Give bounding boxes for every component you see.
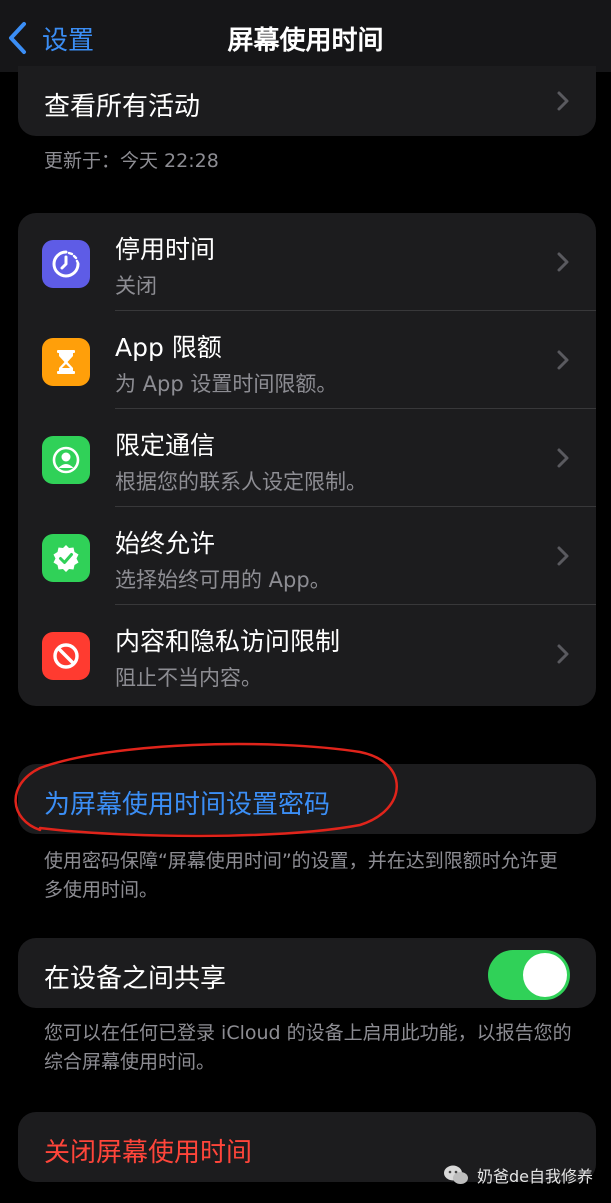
row-subtitle: 关闭: [115, 274, 157, 298]
turn-off-screen-time-label: 关闭屏幕使用时间: [44, 1138, 253, 1168]
wechat-icon: [443, 1165, 468, 1184]
row-subtitle: 为 App 设置时间限额。: [115, 372, 338, 396]
list-item-downtime[interactable]: 停用时间 关闭: [18, 213, 596, 311]
page-title: 屏幕使用时间: [227, 26, 384, 56]
set-passcode-label: 为屏幕使用时间设置密码: [44, 790, 331, 820]
checkmark-badge-icon: [42, 534, 90, 582]
share-across-devices-label: 在设备之间共享: [44, 964, 227, 994]
watermark: 奶爸de自我修养: [443, 1163, 593, 1187]
share-footnote: 您可以在任何已登录 iCloud 的设备上启用此功能，以报告您的综合屏幕使用时间…: [44, 1022, 572, 1073]
row-title: 限定通信: [115, 431, 216, 460]
watermark-text: 奶爸de自我修养: [476, 1167, 593, 1186]
screen-time-settings-list: 停用时间 关闭 App 限额 为 App 设置时间限额。 限定通信 根据您的联系…: [18, 213, 596, 706]
row-subtitle: 阻止不当内容。: [115, 666, 262, 690]
chevron-right-icon: [557, 350, 569, 370]
chevron-right-icon: [557, 546, 569, 566]
hourglass-icon: [42, 338, 90, 386]
chevron-right-icon: [557, 644, 569, 664]
set-passcode-button[interactable]: 为屏幕使用时间设置密码: [18, 764, 596, 834]
chevron-right-icon: [557, 252, 569, 272]
contact-icon: [42, 436, 90, 484]
downtime-icon: [42, 240, 90, 288]
share-across-devices-row: 在设备之间共享: [18, 938, 596, 1008]
updated-timestamp: 更新于：今天 22:28: [44, 150, 219, 172]
row-title: 始终允许: [115, 529, 216, 558]
list-item-app-limits[interactable]: App 限额 为 App 设置时间限额。: [18, 311, 596, 409]
share-across-devices-toggle[interactable]: [488, 950, 570, 1000]
row-subtitle: 根据您的联系人设定限制。: [115, 470, 367, 494]
list-item-communication-limits[interactable]: 限定通信 根据您的联系人设定限制。: [18, 409, 596, 507]
list-item-content-privacy-restrictions[interactable]: 内容和隐私访问限制 阻止不当内容。: [18, 605, 596, 703]
chevron-right-icon: [557, 91, 569, 111]
see-all-activity-row[interactable]: 查看所有活动: [18, 66, 596, 136]
toggle-knob: [523, 953, 567, 997]
chevron-right-icon: [557, 448, 569, 468]
no-entry-icon: [42, 632, 90, 680]
row-title: App 限额: [115, 333, 222, 362]
row-title: 内容和隐私访问限制: [115, 627, 341, 656]
row-subtitle: 选择始终可用的 App。: [115, 568, 331, 592]
passcode-footnote: 使用密码保障“屏幕使用时间”的设置，并在达到限额时允许更多使用时间。: [44, 850, 558, 901]
navigation-bar: 设置 屏幕使用时间: [0, 0, 611, 72]
see-all-activity-label: 查看所有活动: [44, 92, 201, 122]
list-item-always-allowed[interactable]: 始终允许 选择始终可用的 App。: [18, 507, 596, 605]
row-title: 停用时间: [115, 235, 216, 264]
